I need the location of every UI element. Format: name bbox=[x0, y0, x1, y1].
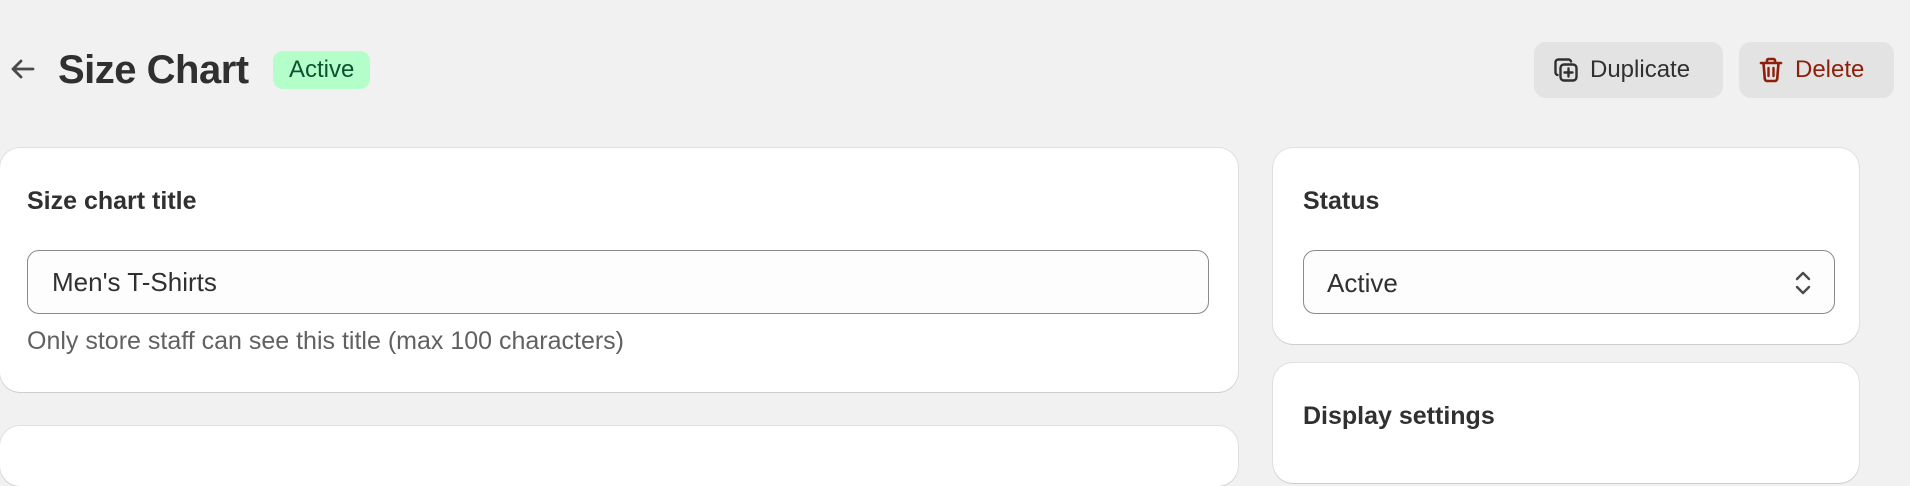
display-settings-card: Display settings bbox=[1273, 363, 1859, 483]
status-select[interactable]: Active bbox=[1303, 250, 1835, 314]
chevron-up-down-icon bbox=[1795, 271, 1811, 295]
status-card: Status Active bbox=[1273, 148, 1859, 344]
delete-button[interactable]: Delete bbox=[1739, 42, 1894, 98]
size-chart-title-input[interactable] bbox=[27, 250, 1209, 314]
duplicate-button[interactable]: Duplicate bbox=[1534, 42, 1723, 98]
trash-icon bbox=[1759, 57, 1783, 83]
next-card bbox=[0, 426, 1238, 486]
back-button[interactable] bbox=[6, 52, 40, 86]
title-help-text: Only store staff can see this title (max… bbox=[27, 327, 625, 355]
header-actions: Duplicate Delete bbox=[1534, 42, 1894, 98]
arrow-left-icon bbox=[11, 59, 35, 79]
page-title: Size Chart bbox=[58, 48, 249, 92]
title-card-heading: Size chart title bbox=[27, 187, 197, 215]
page-header: Size Chart Active Duplicate Delete bbox=[0, 40, 1910, 100]
display-settings-heading: Display settings bbox=[1303, 402, 1495, 430]
status-card-heading: Status bbox=[1303, 187, 1380, 215]
duplicate-icon bbox=[1554, 58, 1578, 82]
status-badge: Active bbox=[273, 51, 371, 89]
delete-label: Delete bbox=[1795, 56, 1865, 83]
duplicate-label: Duplicate bbox=[1590, 56, 1691, 83]
status-select-value: Active bbox=[1327, 268, 1398, 298]
